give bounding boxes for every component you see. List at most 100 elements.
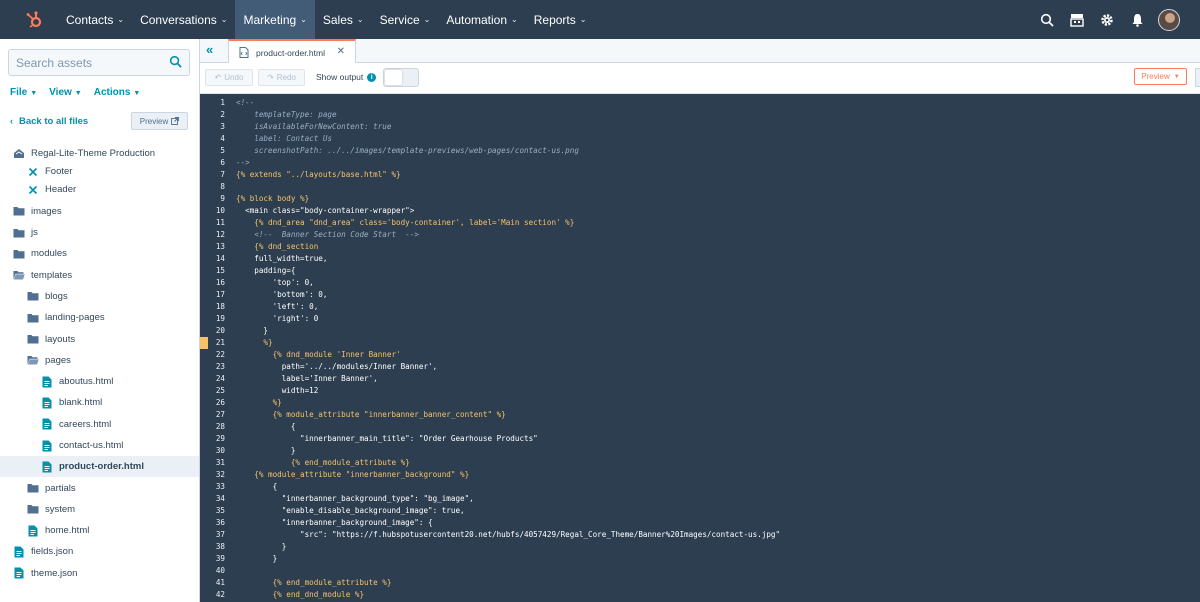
- nav-reports[interactable]: Reports ⌄: [526, 0, 595, 39]
- avatar[interactable]: [1158, 8, 1180, 31]
- info-icon[interactable]: i: [367, 72, 377, 82]
- code-line[interactable]: 23 path='../../modules/Inner Banner',: [200, 361, 1200, 373]
- tree-item-theme-json[interactable]: theme.json: [0, 563, 199, 584]
- code-line[interactable]: 15 padding={: [200, 265, 1200, 277]
- code-editor[interactable]: 1 <!-- 2 templateType: page 3 isAvailableFo…: [200, 94, 1200, 602]
- file-code-icon: [239, 47, 249, 58]
- file-menu[interactable]: File ▼: [10, 87, 37, 98]
- code-line[interactable]: 41 {% end_module_attribute %}: [200, 577, 1200, 589]
- code-line[interactable]: 19 'right': 0: [200, 313, 1200, 325]
- code-line[interactable]: 37 "src": "https://f.hubspotusercontent2…: [200, 529, 1200, 541]
- code-line[interactable]: 28 {: [200, 421, 1200, 433]
- tree-item-product-order-html[interactable]: product-order.html: [0, 456, 199, 478]
- code-line[interactable]: 27 {% module_attribute "innerbanner_bann…: [200, 409, 1200, 421]
- code-line[interactable]: 31 {% end_module_attribute %}: [200, 457, 1200, 469]
- close-tab-icon[interactable]: ✕: [337, 46, 345, 57]
- code-line[interactable]: 1 <!--: [200, 97, 1200, 109]
- code-line[interactable]: 2 templateType: page: [200, 109, 1200, 121]
- nav-contacts[interactable]: Contacts ⌄: [58, 0, 132, 39]
- search-icon[interactable]: [1032, 0, 1062, 39]
- code-line[interactable]: 33 {: [200, 481, 1200, 493]
- tree-item-regal-lite-theme-production[interactable]: Regal-Lite-Theme Production: [0, 143, 199, 164]
- code-line[interactable]: 25 width=12: [200, 385, 1200, 397]
- nav-automation[interactable]: Automation ⌄: [438, 0, 525, 39]
- code-line[interactable]: 22 {% dnd_module 'Inner Banner': [200, 349, 1200, 361]
- code-line[interactable]: 10 <main class="body-container-wrapper">: [200, 205, 1200, 217]
- nav-marketing[interactable]: Marketing ⌄: [235, 0, 315, 39]
- code-line[interactable]: 4 label: Contact Us: [200, 133, 1200, 145]
- tree-item-careers-html[interactable]: careers.html: [0, 414, 199, 435]
- code-line[interactable]: 5 screenshotPath: ../../images/template-…: [200, 145, 1200, 157]
- line-code: {% end_dnd_module %}: [236, 590, 365, 599]
- code-line[interactable]: 38 }: [200, 541, 1200, 553]
- code-line[interactable]: 26 %}: [200, 397, 1200, 409]
- code-line[interactable]: 21 %}: [200, 337, 1200, 349]
- nav-sales[interactable]: Sales ⌄: [315, 0, 372, 39]
- toolbar-edge-button[interactable]: [1195, 68, 1200, 87]
- nav-conversations[interactable]: Conversations ⌄: [132, 0, 235, 39]
- code-line[interactable]: 7 {% extends "../layouts/base.html" %}: [200, 169, 1200, 181]
- sidebar-preview-button[interactable]: Preview: [131, 112, 188, 130]
- nav-item-label: Service: [379, 12, 420, 27]
- tree-item-label: Regal-Lite-Theme Production: [31, 148, 156, 160]
- code-line[interactable]: 13 {% dnd_section: [200, 241, 1200, 253]
- tree-item-system[interactable]: system: [0, 499, 199, 520]
- tree-item-home-html[interactable]: home.html: [0, 520, 199, 541]
- line-number: 42: [215, 590, 225, 599]
- code-line[interactable]: 17 'bottom': 0,: [200, 289, 1200, 301]
- tree-item-blank-html[interactable]: blank.html: [0, 392, 199, 413]
- code-line[interactable]: 42 {% end_dnd_module %}: [200, 589, 1200, 601]
- code-line[interactable]: 9 {% block body %}: [200, 193, 1200, 205]
- code-line[interactable]: 39 }: [200, 553, 1200, 565]
- tree-item-pages[interactable]: pages: [0, 350, 199, 371]
- tree-item-partials[interactable]: partials: [0, 477, 199, 498]
- tree-item-modules[interactable]: modules: [0, 243, 199, 264]
- tree-item-contact-us-html[interactable]: contact-us.html: [0, 435, 199, 456]
- code-line[interactable]: 14 full_width=true,: [200, 253, 1200, 265]
- tree-item-footer[interactable]: Footer: [0, 164, 199, 179]
- code-line[interactable]: 32 {% module_attribute "innerbanner_back…: [200, 469, 1200, 481]
- code-line[interactable]: 3 isAvailableForNewContent: true: [200, 121, 1200, 133]
- tree-item-templates[interactable]: templates: [0, 264, 199, 285]
- preview-dropdown-button[interactable]: Preview ▼: [1134, 68, 1187, 85]
- tab-product-order[interactable]: product-order.html ✕: [228, 39, 356, 64]
- line-code: padding={: [236, 266, 296, 275]
- tree-item-images[interactable]: images: [0, 201, 199, 222]
- code-line[interactable]: 12 <!-- Banner Section Code Start -->: [200, 229, 1200, 241]
- search-icon[interactable]: [169, 55, 182, 73]
- code-line[interactable]: 6 -->: [200, 157, 1200, 169]
- notifications-icon[interactable]: [1122, 0, 1152, 39]
- tab-label: product-order.html: [256, 47, 325, 58]
- undo-button[interactable]: ↶ Undo: [205, 69, 253, 86]
- tree-item-aboutus-html[interactable]: aboutus.html: [0, 371, 199, 392]
- code-line[interactable]: 11 {% dnd_area "dnd_area" class='body-co…: [200, 217, 1200, 229]
- tree-item-landing-pages[interactable]: landing-pages: [0, 307, 199, 328]
- back-to-all-files-link[interactable]: ‹ Back to all files: [10, 116, 88, 127]
- search-assets-input[interactable]: [9, 55, 159, 70]
- code-line[interactable]: 29 "innerbanner_main_title": "Order Gear…: [200, 433, 1200, 445]
- code-line[interactable]: 30 }: [200, 445, 1200, 457]
- code-line[interactable]: 18 'left': 0,: [200, 301, 1200, 313]
- code-line[interactable]: 20 }: [200, 325, 1200, 337]
- tree-item-fields-json[interactable]: fields.json: [0, 541, 199, 562]
- marketplace-icon[interactable]: [1062, 0, 1092, 39]
- show-output-toggle[interactable]: [383, 68, 419, 87]
- redo-button[interactable]: ↷ Redo: [258, 69, 305, 86]
- code-line[interactable]: 34 "innerbanner_background_type": "bg_im…: [200, 493, 1200, 505]
- actions-menu[interactable]: Actions ▼: [94, 87, 141, 98]
- tree-item-js[interactable]: js: [0, 222, 199, 243]
- code-line[interactable]: 35 "enable_disable_background_image": tr…: [200, 505, 1200, 517]
- collapse-sidebar-icon[interactable]: «: [206, 43, 222, 59]
- tree-item-layouts[interactable]: layouts: [0, 328, 199, 349]
- hubspot-sprocket-icon[interactable]: [14, 0, 54, 39]
- settings-icon[interactable]: [1092, 0, 1122, 39]
- code-line[interactable]: 16 'top': 0,: [200, 277, 1200, 289]
- code-line[interactable]: 36 "innerbanner_background_image": {: [200, 517, 1200, 529]
- view-menu[interactable]: View ▼: [49, 87, 82, 98]
- nav-service[interactable]: Service ⌄: [372, 0, 439, 39]
- code-line[interactable]: 40: [200, 565, 1200, 577]
- tree-item-blogs[interactable]: blogs: [0, 286, 199, 307]
- code-line[interactable]: 8: [200, 181, 1200, 193]
- tree-item-header[interactable]: Header: [0, 179, 199, 200]
- code-line[interactable]: 24 label='Inner Banner',: [200, 373, 1200, 385]
